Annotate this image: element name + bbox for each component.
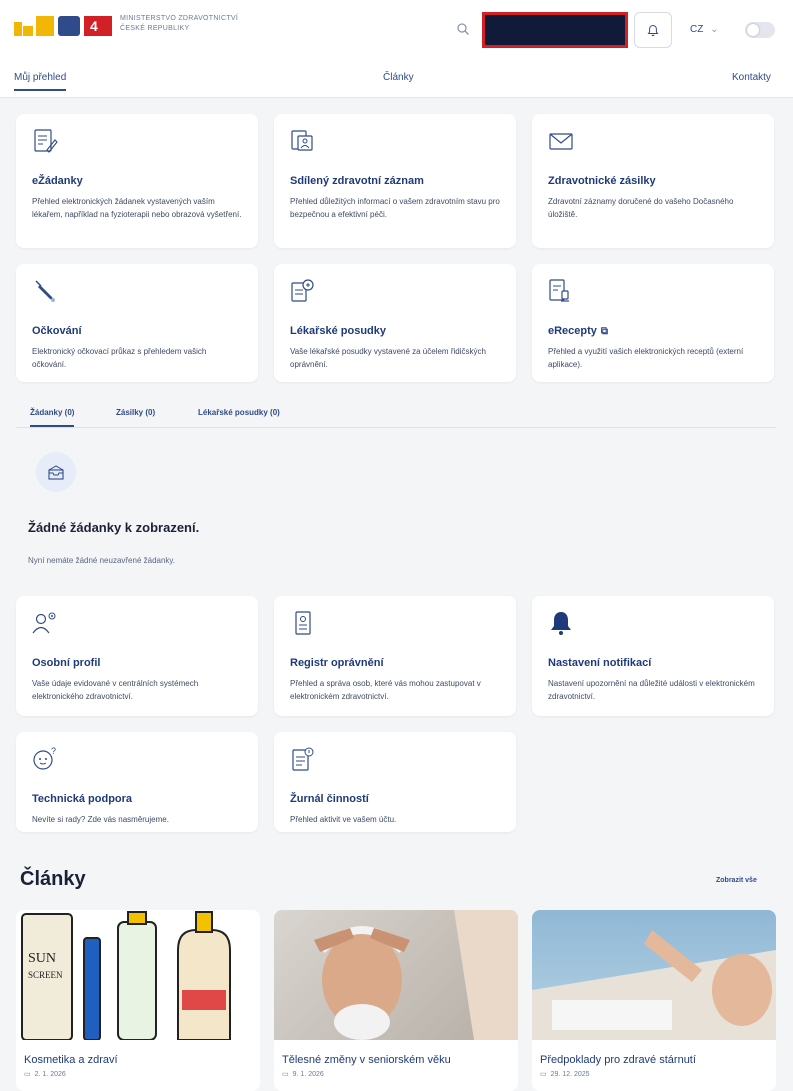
search-icon[interactable]: [456, 22, 470, 36]
calendar-icon: ▭: [24, 1071, 31, 1078]
card-description: Přehled důležitých informací o vašem zdr…: [290, 197, 500, 219]
card-title: Žurnál činností: [290, 793, 369, 805]
empty-inbox-icon: [48, 465, 64, 480]
card-title: Osobní profil: [32, 657, 101, 669]
service-card-medical-reports[interactable]: Lékařské posudky Vaše lékařské posudky v…: [274, 264, 516, 382]
service-card-ezadanky[interactable]: eŽádanky Přehled elektronických žádanek …: [16, 114, 258, 248]
article-title: Kosmetika a zdraví: [24, 1054, 118, 1066]
empty-state-title: Žádné žádanky k zobrazení.: [28, 520, 200, 535]
card-title: Registr oprávnění: [290, 657, 384, 669]
tab-medical-reports[interactable]: Lékařské posudky (0): [198, 408, 280, 417]
card-title: eRecepty: [548, 325, 597, 337]
article-card[interactable]: Předpoklady pro zdravé stárnutí ▭ 29. 12…: [532, 910, 776, 1091]
calendar-icon: ▭: [540, 1071, 547, 1078]
card-title: Sdílený zdravotní záznam: [290, 175, 424, 187]
tab-requests[interactable]: Žádanky (0): [30, 408, 75, 427]
article-image-cosmetics: SUN SCREEN: [16, 910, 260, 1040]
medical-record-icon: [291, 130, 313, 151]
articles-heading: Články: [20, 868, 86, 890]
card-title: Technická podpora: [32, 793, 133, 805]
ministry-name: MINISTERSTVO ZDRAVOTNICTVÍ ČESKÉ REPUBLI…: [120, 14, 238, 34]
article-image-healthy-aging: [532, 910, 776, 1040]
svg-text:SUN: SUN: [28, 951, 56, 966]
settings-card-support[interactable]: ? Technická podpora Nevíte si rady? Zde …: [16, 732, 258, 832]
card-title: Lékařské posudky: [290, 325, 386, 337]
article-title: Tělesné změny v seniorském věku: [282, 1054, 451, 1066]
card-description: Přehled elektronických žádanek vystavený…: [32, 197, 242, 219]
card-title: eŽádanky: [32, 175, 83, 187]
document-edit-icon: [34, 129, 58, 153]
service-card-vaccination[interactable]: Očkování Elektronický očkovací průkaz s …: [16, 264, 258, 382]
syringe-icon: [35, 280, 55, 302]
card-description: Vaše lékařské posudky vystavené za účele…: [290, 347, 486, 369]
card-title-row: eRecepty ⧉: [548, 325, 758, 337]
card-description: Přehled a správa osob, které vás mohou z…: [290, 679, 481, 701]
settings-card-authorization-registry[interactable]: Registr oprávnění Přehled a správa osob,…: [274, 596, 516, 716]
empty-state-description: Nyní nemáte žádné neuzavřené žádanky.: [28, 556, 176, 565]
settings-card-notifications[interactable]: Nastavení notifikací Nastavení upozorněn…: [532, 596, 774, 716]
article-date-value: 2. 1. 2026: [34, 1070, 66, 1078]
chevron-down-icon: ⌄: [710, 24, 719, 35]
requests-tabs: Žádanky (0) Zásilky (0) Lékařské posudky…: [16, 402, 776, 428]
notifications-button[interactable]: [634, 12, 672, 48]
tab-articles[interactable]: Články: [383, 72, 414, 83]
card-description: Nastavení upozornění na důležité událost…: [548, 679, 755, 701]
tab-shipments[interactable]: Zásilky (0): [116, 408, 155, 417]
card-description: Elektronický očkovací průkaz s přehledem…: [32, 347, 207, 369]
show-all-link[interactable]: Zobrazit vše: [716, 877, 757, 884]
card-title: Nastavení notifikací: [548, 657, 652, 669]
article-image-senior: [274, 910, 518, 1040]
language-selector[interactable]: CZ ⌄: [690, 24, 719, 35]
search-input[interactable]: [482, 12, 628, 48]
card-title: Očkování: [32, 325, 82, 337]
person-settings-icon: [32, 612, 56, 634]
tab-contacts[interactable]: Kontakty: [732, 72, 771, 83]
settings-card-activity-log[interactable]: Žurnál činností Přehled aktivit ve vašem…: [274, 732, 516, 832]
activity-log-icon: [292, 747, 314, 771]
settings-card-profile[interactable]: Osobní profil Vaše údaje evidované v cen…: [16, 596, 258, 716]
id-badge-icon: [295, 611, 311, 635]
external-link-icon: ⧉: [600, 326, 609, 337]
ministry-line-1: MINISTERSTVO ZDRAVOTNICTVÍ: [120, 15, 239, 22]
card-title: Zdravotnické zásilky: [548, 175, 656, 187]
medical-report-icon: [291, 279, 314, 302]
article-title: Předpoklady pro zdravé stárnutí: [540, 1054, 696, 1066]
prescription-icon: [549, 279, 569, 302]
article-date: ▭ 2. 1. 2026: [16, 1070, 260, 1079]
calendar-icon: ▭: [282, 1071, 289, 1078]
card-description: Přehled aktivit ve vašem účtu.: [290, 815, 397, 824]
eza-logo[interactable]: 4: [14, 12, 114, 40]
service-card-shipments[interactable]: Zdravotnické zásilky Zdravotní záznamy d…: [532, 114, 774, 248]
svg-text:?: ?: [51, 746, 56, 756]
article-card[interactable]: Tělesné změny v seniorském věku ▭ 9. 1. …: [274, 910, 518, 1091]
envelope-icon: [549, 133, 573, 150]
empty-state-icon-wrap: [36, 452, 76, 492]
service-card-erecepty[interactable]: eRecepty ⧉ Přehled a využití vašich elekt…: [532, 264, 774, 382]
card-description: Nevíte si rady? Zde vás nasměrujeme.: [32, 815, 169, 824]
card-description: Přehled a využití vašich elektronických …: [548, 347, 744, 369]
service-card-shared-record[interactable]: Sdílený zdravotní záznam Přehled důležit…: [274, 114, 516, 248]
article-date: ▭ 9. 1. 2026: [274, 1070, 518, 1079]
article-date-value: 29. 12. 2025: [550, 1070, 590, 1078]
main-nav: Můj přehled Články Kontakty: [0, 62, 793, 98]
header: 4 MINISTERSTVO ZDRAVOTNICTVÍ ČESKÉ REPUB…: [0, 0, 793, 62]
article-date-value: 9. 1. 2026: [292, 1070, 324, 1078]
bell-icon: [551, 612, 571, 635]
theme-toggle[interactable]: [745, 22, 775, 38]
article-card[interactable]: SUN SCREEN Kosmetika a zdraví ▭ 2. 1. 20…: [16, 910, 260, 1091]
ministry-line-2: ČESKÉ REPUBLIKY: [120, 25, 190, 32]
card-description: Zdravotní záznamy doručené do vašeho Doč…: [548, 197, 734, 219]
bell-icon: [647, 24, 659, 36]
svg-text:4: 4: [90, 18, 98, 34]
svg-text:SCREEN: SCREEN: [28, 970, 63, 980]
article-date: ▭ 29. 12. 2025: [532, 1070, 776, 1079]
language-label: CZ: [690, 24, 704, 35]
support-face-icon: ?: [33, 746, 56, 770]
tab-my-overview[interactable]: Můj přehled: [14, 72, 67, 91]
card-description: Vaše údaje evidované v centrálních systé…: [32, 679, 199, 701]
